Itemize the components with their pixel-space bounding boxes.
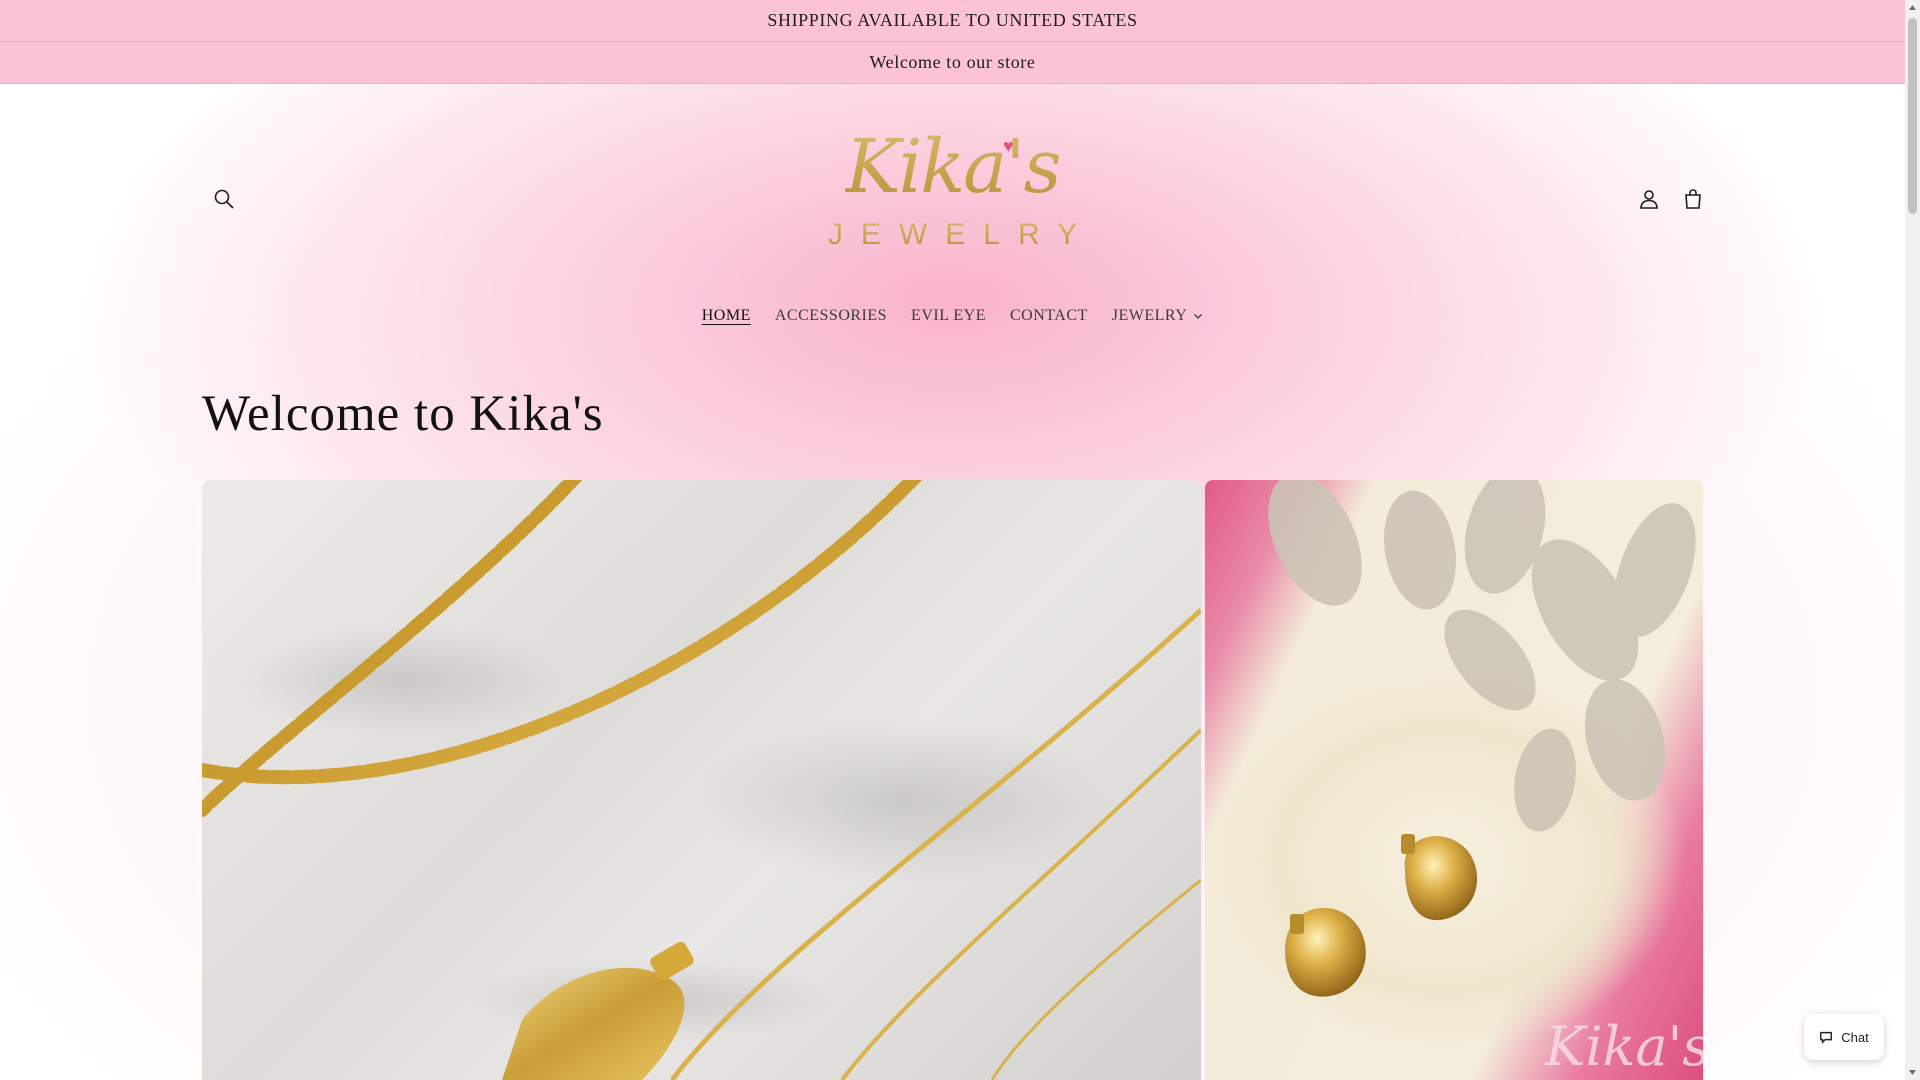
logo-subtitle: JEWELRY	[810, 218, 1095, 252]
chat-button[interactable]: Chat	[1804, 1014, 1884, 1060]
earrings-image[interactable]: Kika's	[1205, 480, 1703, 1080]
nav-item-evil-eye[interactable]: EVIL EYE	[899, 299, 998, 333]
necklace-illustration	[202, 480, 1201, 1080]
chat-bubble-icon	[1820, 1031, 1833, 1044]
scrollbar-thumb[interactable]	[1908, 18, 1917, 214]
nav-item-label: CONTACT	[1009, 307, 1088, 324]
site-header: Kika's ♥ JEWELRY HOME ACCESSORIES EVIL E…	[0, 84, 1905, 384]
search-button[interactable]	[206, 181, 242, 217]
user-icon	[1640, 190, 1658, 209]
chat-label: Chat	[1841, 1029, 1869, 1045]
arrow-up-icon	[1909, 5, 1916, 10]
search-icon	[214, 189, 234, 209]
account-button[interactable]	[1631, 181, 1667, 217]
hero-image-collage: Kika's	[202, 480, 1703, 1080]
earrings-illustration: Kika's	[1268, 480, 1703, 1078]
nav-item-label: ACCESSORIES	[774, 307, 888, 324]
announcement-shipping-text: SHIPPING AVAILABLE TO UNITED STATES	[767, 10, 1138, 30]
announcement-welcome-text: Welcome to our store	[869, 52, 1036, 72]
cart-button[interactable]	[1675, 181, 1711, 217]
nav-item-jewelry[interactable]: JEWELRY	[1100, 299, 1216, 333]
announcement-bar-welcome: Welcome to our store	[0, 42, 1905, 84]
logo-watermark: Kika's	[1544, 1015, 1703, 1078]
necklace-image[interactable]	[202, 480, 1201, 1080]
nav-item-contact[interactable]: CONTACT	[998, 299, 1100, 333]
store-logo[interactable]: Kika's ♥ JEWELRY	[820, 124, 1085, 274]
nav-item-label: JEWELRY	[1111, 307, 1188, 324]
heart-icon: ♥	[1003, 136, 1014, 156]
scroll-down-arrow[interactable]	[1908, 1068, 1917, 1077]
arrow-down-icon	[1909, 1070, 1916, 1075]
chevron-down-icon	[1194, 314, 1203, 319]
page-scrollbar[interactable]	[1905, 0, 1920, 1080]
nav-item-label: EVIL EYE	[911, 307, 986, 324]
scroll-up-arrow[interactable]	[1908, 3, 1917, 12]
nav-item-home[interactable]: HOME	[690, 299, 763, 333]
announcement-bar-shipping: SHIPPING AVAILABLE TO UNITED STATES	[0, 0, 1905, 42]
page-title: Welcome to Kika's	[202, 386, 604, 442]
main-navigation: HOME ACCESSORIES EVIL EYE CONTACT JEWELR…	[0, 299, 1905, 333]
nav-item-accessories[interactable]: ACCESSORIES	[763, 299, 899, 333]
storefront-page: SHIPPING AVAILABLE TO UNITED STATES Welc…	[0, 0, 1905, 1080]
logo-script-text: Kika's	[845, 124, 1061, 210]
nav-item-label: HOME	[701, 307, 751, 324]
bag-icon	[1685, 189, 1701, 209]
